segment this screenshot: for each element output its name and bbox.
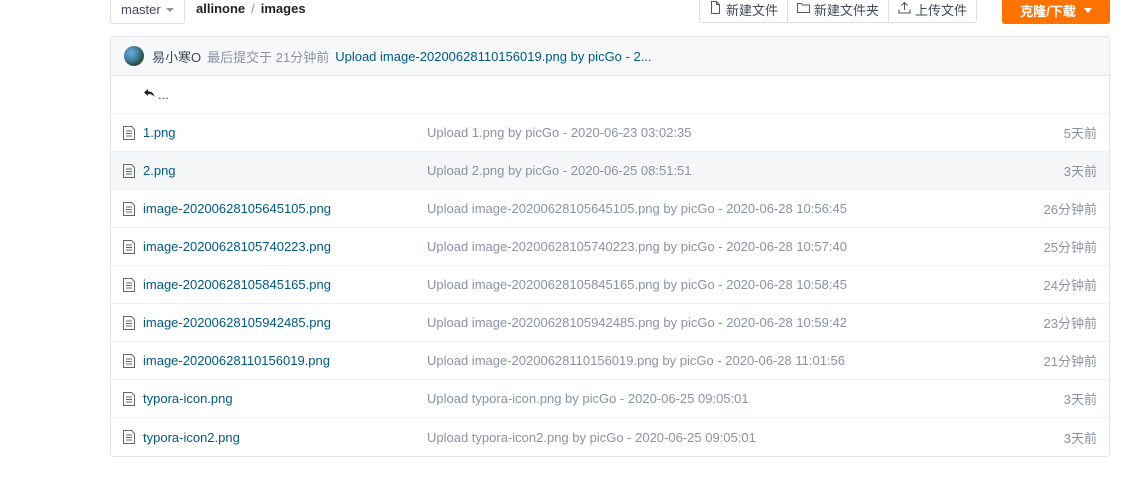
upload-file-button[interactable]: 上传文件 [888, 0, 976, 22]
file-commit-message[interactable]: Upload image-20200628105740223.png by pi… [427, 239, 847, 254]
file-commit-time: 3天前 [1063, 392, 1097, 407]
breadcrumb-folder: images [260, 1, 306, 16]
commit-meta: 最后提交于 21分钟前 [207, 49, 330, 65]
file-name-link[interactable]: 1.png [143, 125, 176, 140]
branch-label: master [121, 2, 161, 17]
file-commit-time: 25分钟前 [1043, 240, 1097, 255]
file-name-link[interactable]: image-20200628105645105.png [143, 201, 331, 216]
file-row[interactable]: typora-icon2.png Upload typora-icon2.png … [111, 418, 1109, 456]
breadcrumb: allinone / images [196, 1, 306, 16]
file-row[interactable]: image-20200628105845165.png Upload image-… [111, 266, 1109, 304]
branch-select[interactable]: master [110, 0, 185, 24]
file-commit-message[interactable]: Upload typora-icon2.png by picGo - 2020-… [427, 430, 756, 445]
file-commit-time: 23分钟前 [1043, 316, 1097, 331]
parent-directory-row: ... [111, 76, 1109, 114]
upload-file-label: 上传文件 [915, 2, 968, 18]
file-name-cell: image-20200628110156019.png [123, 353, 330, 368]
file-row[interactable]: image-20200628105942485.png Upload image-… [111, 304, 1109, 342]
file-icon [123, 430, 135, 444]
file-name-cell: image-20200628105740223.png [123, 239, 331, 254]
parent-directory-label: ... [158, 87, 169, 102]
file-tree: 易小寒O 最后提交于 21分钟前 Upload image-2020062811… [110, 36, 1110, 457]
file-name-link[interactable]: image-20200628105942485.png [143, 315, 331, 330]
new-folder-label: 新建文件夹 [814, 2, 880, 18]
file-commit-message[interactable]: Upload image-20200628110156019.png by pi… [427, 353, 845, 368]
file-name-link[interactable]: typora-icon.png [143, 391, 233, 406]
file-row[interactable]: typora-icon.png Upload typora-icon.png by… [111, 380, 1109, 418]
file-icon [123, 391, 135, 406]
parent-directory-link[interactable]: ... [143, 87, 169, 102]
file-commit-time: 26分钟前 [1043, 202, 1097, 217]
file-icon [123, 353, 135, 368]
file-commit-message[interactable]: Upload image-20200628105942485.png by pi… [427, 315, 847, 330]
file-list: 1.png Upload 1.png by picGo - 2020-06-23 … [111, 114, 1109, 456]
file-name-link[interactable]: image-20200628105740223.png [143, 239, 331, 254]
file-commit-time: 3天前 [1063, 164, 1097, 179]
file-commit-message[interactable]: Upload typora-icon.png by picGo - 2020-0… [427, 391, 749, 406]
file-name-cell: 2.png [123, 163, 176, 178]
file-icon [123, 239, 135, 254]
file-commit-time: 5天前 [1063, 126, 1097, 141]
file-icon [123, 315, 135, 330]
file-name-cell: image-20200628105645105.png [123, 201, 331, 216]
file-actions: 新建文件 新建文件夹 上传文件 [699, 0, 978, 23]
file-row[interactable]: 2.png Upload 2.png by picGo - 2020-06-25 … [111, 152, 1109, 190]
new-file-label: 新建文件 [726, 2, 779, 18]
file-icon [123, 163, 135, 178]
avatar[interactable] [124, 46, 144, 66]
commit-message[interactable]: Upload image-20200628110156019.png by pi… [335, 49, 651, 64]
clone-download-button[interactable]: 克隆/下载 [1002, 0, 1110, 24]
new-folder-button[interactable]: 新建文件夹 [787, 0, 888, 22]
latest-commit-bar: 易小寒O 最后提交于 21分钟前 Upload image-2020062811… [111, 37, 1109, 76]
file-row[interactable]: image-20200628105740223.png Upload image-… [111, 228, 1109, 266]
file-commit-message[interactable]: Upload image-20200628105645105.png by pi… [427, 201, 847, 216]
file-commit-message[interactable]: Upload 2.png by picGo - 2020-06-25 08:51… [427, 163, 692, 178]
file-icon [709, 1, 722, 17]
file-name-link[interactable]: 2.png [143, 163, 176, 178]
file-commit-time: 21分钟前 [1043, 354, 1097, 369]
file-icon [123, 125, 135, 140]
breadcrumb-repo[interactable]: allinone [196, 1, 245, 16]
file-name-cell: 1.png [123, 125, 176, 140]
file-commit-time: 24分钟前 [1043, 278, 1097, 293]
file-row[interactable]: 1.png Upload 1.png by picGo - 2020-06-23 … [111, 114, 1109, 152]
folder-icon [797, 1, 811, 17]
file-commit-time: 3天前 [1063, 430, 1097, 446]
new-file-button[interactable]: 新建文件 [700, 0, 787, 22]
file-name-link[interactable]: image-20200628105845165.png [143, 277, 331, 292]
file-name-cell: typora-icon.png [123, 391, 233, 406]
file-name-link[interactable]: image-20200628110156019.png [143, 353, 330, 368]
clone-download-label: 克隆/下载 [1020, 3, 1076, 19]
file-row[interactable]: image-20200628110156019.png Upload image-… [111, 342, 1109, 380]
chevron-down-icon [1083, 7, 1092, 13]
repo-toolbar: master allinone / images 新建文件 新建文件夹 上传文件 [110, 0, 1110, 24]
file-commit-message[interactable]: Upload 1.png by picGo - 2020-06-23 03:02… [427, 125, 692, 140]
reply-arrow-icon [143, 87, 155, 102]
commit-author[interactable]: 易小寒O [152, 47, 201, 66]
file-commit-message[interactable]: Upload image-20200628105845165.png by pi… [427, 277, 847, 292]
breadcrumb-separator: / [251, 1, 255, 16]
file-icon [123, 201, 135, 216]
file-name-cell: typora-icon2.png [123, 430, 240, 445]
file-name-cell: image-20200628105942485.png [123, 315, 331, 330]
file-name-cell: image-20200628105845165.png [123, 277, 331, 292]
file-icon [123, 277, 135, 292]
file-name-link[interactable]: typora-icon2.png [143, 430, 240, 445]
file-row[interactable]: image-20200628105645105.png Upload image-… [111, 190, 1109, 228]
chevron-down-icon [165, 7, 174, 12]
upload-icon [898, 1, 911, 17]
